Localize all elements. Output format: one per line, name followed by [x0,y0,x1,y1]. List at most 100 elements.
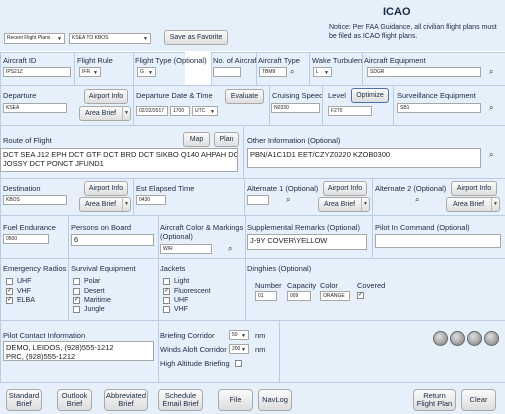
dinghy-capacity-input[interactable]: 009 [287,291,311,301]
outlook-brief-button[interactable]: Outlook Brief [57,389,92,411]
equipment-input[interactable]: SDGR [367,67,481,77]
fuel-input[interactable]: 0500 [3,234,49,244]
winds-select[interactable]: 200 ▼ [229,344,249,354]
checkbox[interactable] [73,305,80,313]
radio-elba-checkbox[interactable]: ✓ ELBA [6,296,35,305]
flight-rule-select[interactable]: IFR ▼ [79,67,101,77]
checkbox[interactable]: ✓ [6,296,13,304]
equip-desert-checkbox[interactable]: Desert [73,287,105,296]
standard-brief-button[interactable]: Standard Brief [6,389,42,411]
jackets-label: Jackets [160,264,186,273]
file-button[interactable]: File [218,389,253,411]
checkbox[interactable]: ✓ [6,287,13,295]
search-icon[interactable]: ⌕ [489,67,493,77]
alternate1-input[interactable] [247,195,269,205]
route-label: Route of Flight [3,136,52,145]
corridor-select[interactable]: 50 ▼ [229,330,249,340]
dinghy-color-input[interactable]: ORANGE [320,291,350,301]
equip-maritime-checkbox[interactable]: ✓ Maritime [73,296,111,305]
schedule-email-button[interactable]: Schedule Email Brief [158,389,203,411]
color-input[interactable]: W/R [160,244,212,254]
radio-vhf-checkbox[interactable]: ✓ VHF [6,287,31,296]
num-aircraft-input[interactable] [213,67,241,77]
jacket-light-checkbox[interactable]: Light [163,277,189,286]
save-favorite-button[interactable]: Save as Favorite [164,30,228,45]
aircraft-type-input[interactable]: TBM9 [259,67,287,77]
checkbox[interactable] [235,359,242,367]
checkbox[interactable]: ✓ [163,287,170,295]
alternate1-airport-info-button[interactable]: Airport Info [323,181,367,196]
alternate1-area-brief-button[interactable]: Area Brief ▼ [318,197,370,212]
contact-textarea[interactable]: DEMO, LEIDOS, (928)555-1212 PRC, (928)55… [3,341,154,361]
dinghy-number-input[interactable]: 01 [255,291,277,301]
pic-textarea[interactable] [375,234,501,248]
checkbox[interactable] [163,277,170,285]
persons-input[interactable]: 6 [71,234,154,246]
equip-polar-checkbox[interactable]: Polar [73,277,100,286]
checkbox[interactable]: ✓ [357,291,364,299]
alternate2-airport-info-button[interactable]: Airport Info [451,181,497,196]
route-select[interactable]: KSEA TO KBOS ▼ [69,33,151,44]
chevron-down-icon: ▼ [361,198,369,211]
search-icon[interactable]: ⌕ [415,195,419,205]
destination-area-brief-button[interactable]: Area Brief ▼ [79,197,131,212]
dinghy-covered-checkbox[interactable]: ✓ [357,291,368,300]
search-icon[interactable]: ⌕ [489,150,493,160]
radio-uhf-checkbox[interactable]: UHF [6,277,31,286]
navlog-button[interactable]: NavLog [258,389,292,411]
search-icon[interactable]: ⌕ [290,67,294,77]
plan-button[interactable]: Plan [214,132,239,147]
wake-select[interactable]: L ▼ [313,67,332,77]
storm-icon[interactable] [467,331,482,346]
num-aircraft-label: No. of Aircraft [213,56,259,65]
other-info-textarea[interactable]: PBN/A1C1D1 EET/CZYZ0220 KZOB0300 [247,148,481,168]
route-textarea[interactable]: DCT SEA J12 EPH DCT GTF DCT BRD DCT SIKB… [0,148,238,172]
winds-nm-label: nm [255,345,266,354]
cloud-icon[interactable] [433,331,448,346]
abbreviated-brief-button[interactable]: Abbreviated Brief [104,389,148,411]
checkbox[interactable] [163,305,170,313]
high-alt-checkbox[interactable] [235,359,246,368]
evaluate-button[interactable]: Evaluate [225,89,264,104]
radios-label: Emergency Radios [3,264,67,273]
departure-time-input[interactable]: 1700 [170,106,190,116]
checkbox[interactable] [163,296,170,304]
search-icon[interactable]: ⌕ [286,195,290,205]
destination-input[interactable]: KBOS [3,195,67,205]
departure-area-brief-button[interactable]: Area Brief ▼ [79,106,131,121]
level-input[interactable]: F270 [328,106,372,116]
timezone-select[interactable]: UTC ▼ [192,106,218,116]
departure-date-input[interactable]: 02/22/2017 [136,106,168,116]
search-icon[interactable]: ⌕ [489,103,493,113]
chevron-down-icon: ▼ [491,198,499,211]
recent-plans-select[interactable]: Recent Flight Plans ▼ [4,33,65,44]
chevron-down-icon: ▼ [210,109,215,115]
sun-icon[interactable] [450,331,465,346]
checkbox[interactable] [73,287,80,295]
surveillance-input[interactable]: SB1 [397,103,481,113]
checkbox[interactable] [73,277,80,285]
map-button[interactable]: Map [183,132,210,147]
remarks-textarea[interactable]: J-9Y COVER\YELLOW [247,234,367,250]
aircraft-id-input[interactable]: IPS21Z [3,67,71,77]
flight-type-select[interactable]: G ▼ [137,67,156,77]
departure-input[interactable]: KSEA [3,103,67,113]
checkbox[interactable] [6,277,13,285]
checkbox[interactable]: ✓ [73,296,80,304]
jacket-uhf-checkbox[interactable]: UHF [163,296,188,305]
optimize-button[interactable]: Optimize [351,88,389,103]
persons-label: Persons on Board [71,223,132,232]
alternate2-area-brief-button[interactable]: Area Brief ▼ [446,197,500,212]
ete-input[interactable]: 0430 [136,195,166,205]
clear-button[interactable]: Clear [461,389,496,411]
destination-airport-info-button[interactable]: Airport Info [84,181,128,196]
cruise-input[interactable]: N0330 [271,103,320,113]
cruise-label: Cruising Speed [272,91,324,100]
jacket-vhf-checkbox[interactable]: VHF [163,305,188,314]
jacket-fluorescent-checkbox[interactable]: ✓ Fluorescent [163,287,211,296]
equip-jungle-checkbox[interactable]: Jungle [73,305,105,314]
departure-airport-info-button[interactable]: Airport Info [84,89,128,104]
wind-icon[interactable] [484,331,499,346]
return-flight-plan-button[interactable]: Return Flight Plan [413,389,456,411]
search-icon[interactable]: ⌕ [228,244,232,254]
